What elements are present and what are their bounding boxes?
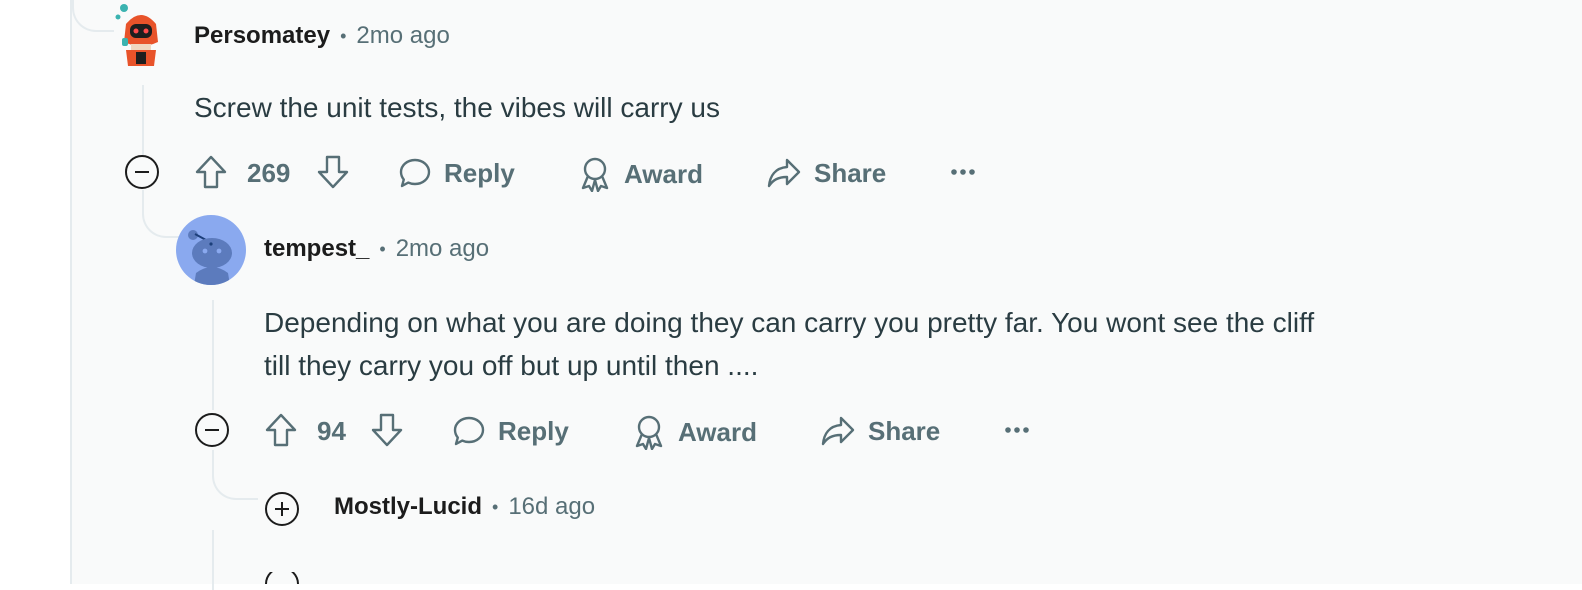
downvote-button[interactable]	[316, 154, 350, 190]
downvote-button[interactable]	[370, 412, 404, 448]
award-ribbon-icon	[581, 157, 609, 192]
avatar[interactable]	[176, 215, 246, 285]
meta-separator: •	[340, 25, 347, 46]
award-label: Award	[624, 158, 703, 189]
more-horizontal-icon	[1005, 427, 1029, 433]
thread-line	[142, 85, 144, 155]
share-button[interactable]: Share	[820, 414, 940, 448]
thread-line	[212, 530, 214, 590]
collapse-thread-button[interactable]	[194, 412, 230, 448]
reply-button[interactable]: Reply	[398, 156, 515, 190]
minus-circle-icon	[195, 413, 229, 447]
comment-thread: Persomatey • 2mo ago Screw the unit test…	[70, 0, 1582, 590]
robot-avatar-icon	[115, 4, 158, 66]
share-label: Share	[814, 157, 887, 188]
comment-body: Depending on what you are doing they can…	[264, 301, 1564, 387]
share-arrow-icon	[821, 416, 855, 446]
share-button[interactable]: Share	[766, 156, 886, 190]
reply-label: Reply	[444, 157, 515, 188]
thread-connector	[142, 190, 184, 238]
meta-separator: •	[492, 496, 499, 517]
more-options-button[interactable]	[950, 166, 976, 178]
comment-timestamp[interactable]: 16d ago	[508, 493, 595, 521]
avatar[interactable]	[114, 2, 168, 68]
comment-body-line: Depending on what you are doing they can…	[264, 307, 1315, 338]
downvote-arrow-icon	[371, 413, 403, 447]
more-horizontal-icon	[951, 169, 975, 175]
collapse-thread-button[interactable]	[264, 572, 300, 584]
speech-bubble-icon	[453, 416, 485, 446]
upvote-button[interactable]	[264, 412, 298, 448]
award-label: Award	[678, 416, 757, 447]
expand-thread-button[interactable]	[264, 491, 300, 527]
upvote-arrow-icon	[195, 155, 227, 189]
comment-body: Screw the unit tests, the vibes will car…	[194, 92, 720, 123]
more-options-button[interactable]	[1004, 424, 1030, 436]
comment-author[interactable]: Mostly-Lucid	[334, 493, 482, 521]
thread-connector	[72, 0, 114, 32]
reply-label: Reply	[498, 415, 569, 446]
comment-header: Mostly-Lucid • 16d ago	[334, 493, 595, 521]
collapse-thread-button[interactable]	[124, 154, 160, 190]
share-arrow-icon	[767, 158, 801, 188]
share-label: Share	[868, 415, 941, 446]
speech-bubble-icon	[399, 158, 431, 188]
default-snoo-avatar-icon	[188, 230, 232, 285]
award-button[interactable]: Award	[632, 414, 757, 450]
plus-circle-icon	[265, 492, 299, 526]
comment-header: Persomatey • 2mo ago	[194, 22, 450, 50]
award-button[interactable]: Award	[578, 156, 703, 192]
award-ribbon-icon	[635, 415, 663, 450]
downvote-arrow-icon	[317, 155, 349, 189]
comment-author[interactable]: Persomatey	[194, 22, 330, 50]
comment-timestamp[interactable]: 2mo ago	[356, 22, 449, 50]
thread-line	[212, 300, 214, 410]
vote-count: 94	[317, 416, 346, 446]
upvote-button[interactable]	[194, 154, 228, 190]
comment-header: tempest_ • 2mo ago	[264, 235, 489, 263]
reply-button[interactable]: Reply	[452, 414, 569, 448]
comment-author[interactable]: tempest_	[264, 235, 369, 263]
thread-connector	[212, 450, 258, 500]
minus-circle-icon	[265, 572, 299, 584]
comment-body-line: till they carry you off but up until the…	[264, 350, 759, 381]
minus-circle-icon	[125, 155, 159, 189]
upvote-arrow-icon	[265, 413, 297, 447]
meta-separator: •	[379, 238, 386, 259]
vote-count: 269	[247, 158, 291, 188]
comment-timestamp[interactable]: 2mo ago	[396, 235, 489, 263]
